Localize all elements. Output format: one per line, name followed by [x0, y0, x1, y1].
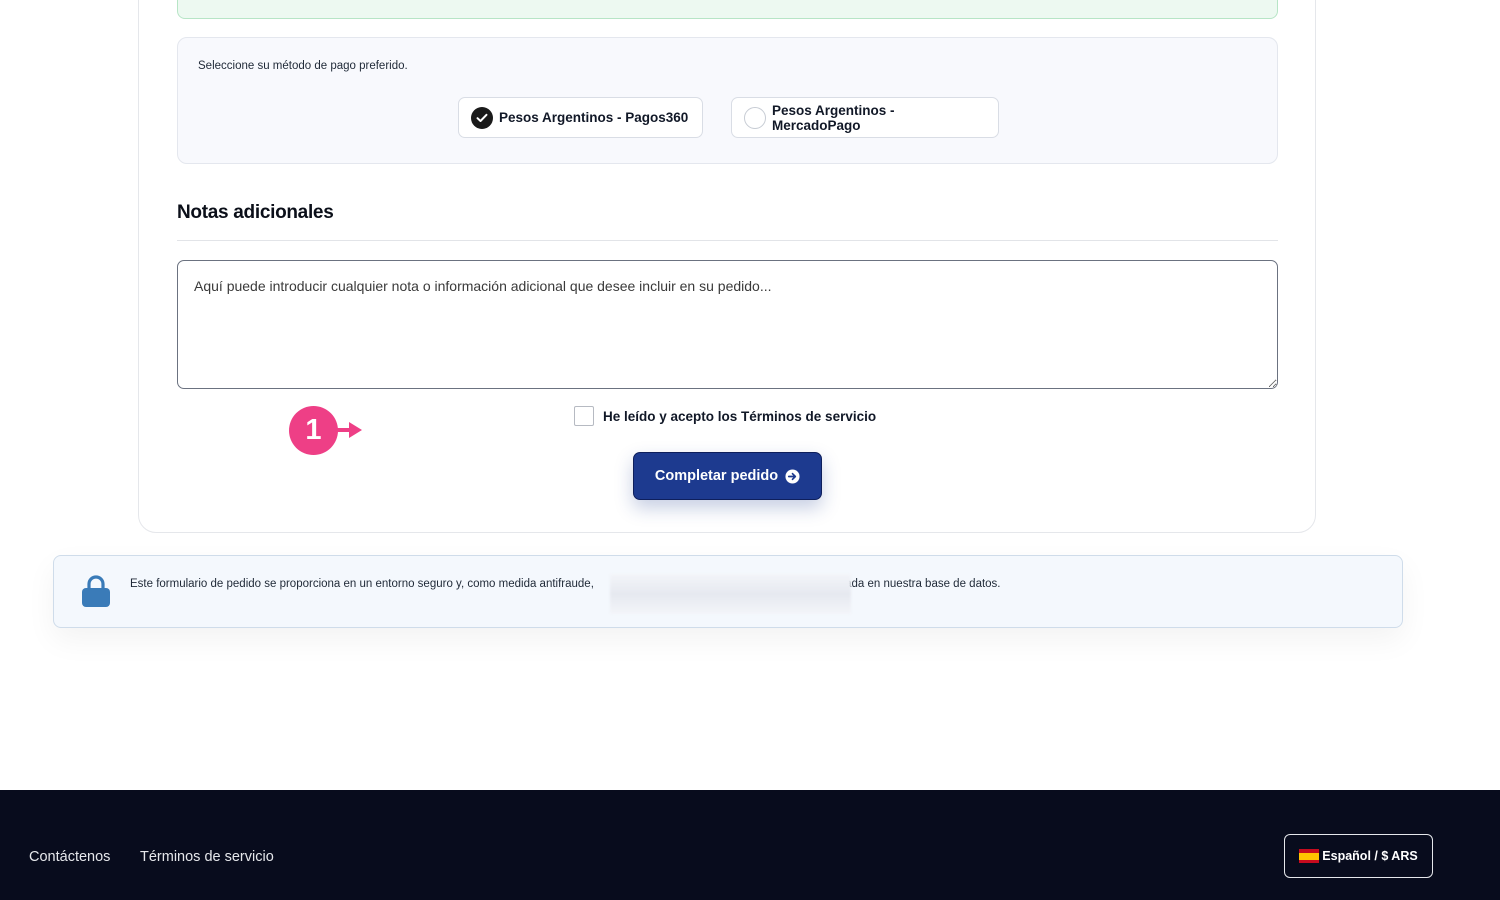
- footer-link-contact[interactable]: Contáctenos: [29, 849, 110, 865]
- arrow-right-circle-icon: [785, 468, 800, 484]
- payment-option-pagos360[interactable]: Pesos Argentinos - Pagos360: [458, 97, 703, 138]
- payment-option-label: Pesos Argentinos - MercadoPago: [772, 102, 895, 133]
- terms-label[interactable]: He leído y acepto los Términos de servic…: [603, 409, 876, 424]
- security-text-start: Este formulario de pedido se proporciona…: [130, 578, 594, 590]
- spain-flag-icon: [1299, 849, 1320, 863]
- terms-checkbox[interactable]: [574, 406, 594, 426]
- terms-row: He leído y acepto los Términos de servic…: [574, 406, 876, 426]
- security-text: Este formulario de pedido se proporciona…: [130, 578, 1001, 590]
- complete-order-label: Completar pedido: [654, 468, 779, 484]
- payment-instruction: Seleccione su método de pago preferido.: [198, 60, 408, 72]
- success-banner: [177, 0, 1278, 19]
- section-divider: [177, 240, 1278, 241]
- payment-option-mercadopago[interactable]: Pesos Argentinos - MercadoPago: [731, 97, 999, 138]
- complete-order-button[interactable]: Completar pedido: [633, 452, 822, 500]
- redacted-area: [610, 574, 851, 614]
- footer: Contáctenos Términos de servicio Español…: [0, 790, 1500, 900]
- radio-checked-icon: [471, 106, 493, 129]
- notes-textarea[interactable]: [177, 260, 1278, 389]
- language-currency-button[interactable]: Español / $ ARS: [1284, 834, 1433, 878]
- notes-title: Notas adicionales: [177, 202, 334, 223]
- payment-method-section: Seleccione su método de pago preferido. …: [177, 37, 1278, 164]
- language-currency-label: Español / $ ARS: [1322, 849, 1418, 863]
- annotation-badge: 1: [289, 406, 338, 455]
- payment-option-label: Pesos Argentinos - Pagos360: [499, 110, 689, 125]
- footer-link-terms[interactable]: Términos de servicio: [140, 849, 274, 865]
- annotation-arrow-icon: [336, 422, 362, 438]
- security-text-end: rdada en nuestra base de datos.: [834, 578, 1001, 590]
- security-notice: Este formulario de pedido se proporciona…: [53, 555, 1403, 628]
- radio-unchecked-icon: [744, 106, 766, 129]
- lock-icon: [82, 575, 110, 607]
